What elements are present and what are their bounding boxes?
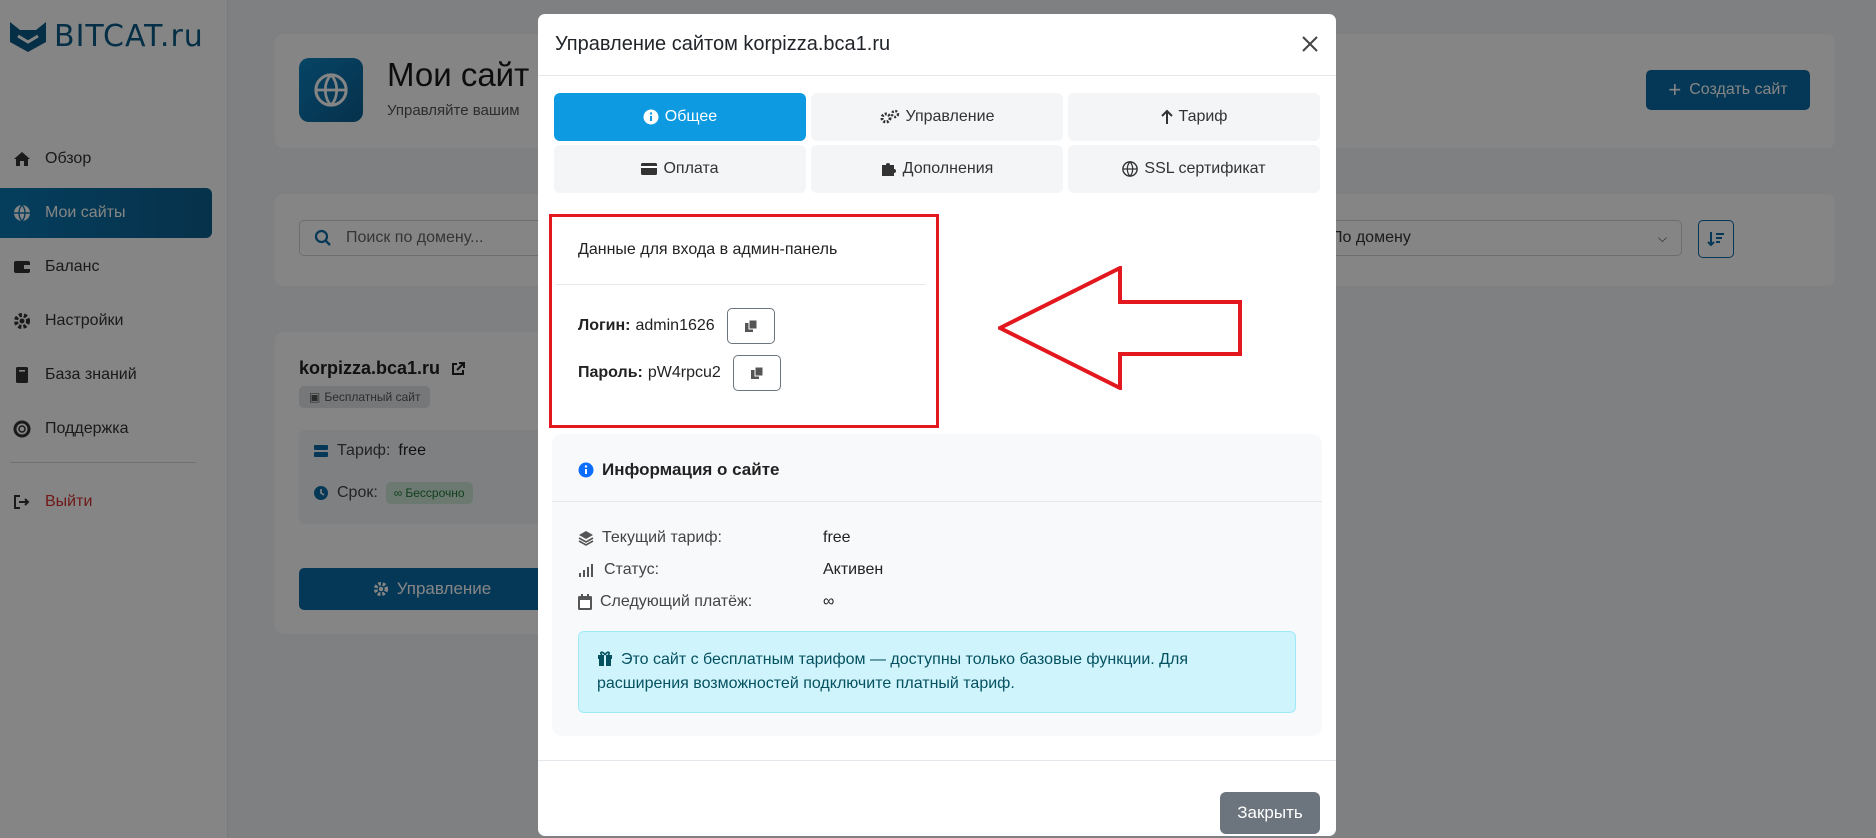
- current-tariff-label: Текущий тариф:: [602, 529, 722, 546]
- close-modal-button[interactable]: Закрыть: [1220, 792, 1320, 834]
- tab-tariff[interactable]: Тариф: [1068, 93, 1320, 141]
- tab-label: Оплата: [663, 160, 719, 177]
- gears-icon: [880, 109, 899, 124]
- tab-label: Дополнения: [902, 160, 994, 177]
- calendar-icon: [578, 594, 592, 610]
- info-circle-icon: [578, 462, 594, 478]
- tab-payment[interactable]: Оплата: [554, 145, 806, 193]
- status-key: Статус:: [578, 561, 659, 579]
- globe-icon: [1122, 161, 1139, 177]
- tab-label: Управление: [905, 108, 995, 125]
- status-value: Активен: [823, 561, 884, 578]
- free-plan-alert: Это сайт с бесплатным тарифом — доступны…: [578, 631, 1296, 713]
- modal-title: Управление сайтом korpizza.bca1.ru: [555, 33, 891, 55]
- puzzle-icon: [881, 163, 896, 176]
- close-icon[interactable]: [1298, 32, 1322, 56]
- tab-general[interactable]: Общее: [554, 93, 806, 141]
- site-info-divider: [552, 501, 1322, 502]
- signal-icon: [579, 564, 593, 577]
- site-management-modal: Управление сайтом korpizza.bca1.ru Общее…: [538, 14, 1336, 836]
- highlight-box: [549, 214, 939, 428]
- site-info-heading-text: Информация о сайте: [602, 460, 780, 479]
- credit-card-icon: [641, 163, 658, 175]
- tab-management[interactable]: Управление: [811, 93, 1063, 141]
- tab-label: Тариф: [1178, 108, 1228, 125]
- tab-ssl[interactable]: SSL сертификат: [1068, 145, 1320, 193]
- tab-label: SSL сертификат: [1144, 160, 1266, 177]
- modal-footer: [538, 760, 1336, 836]
- gift-icon: [598, 651, 612, 666]
- highlight-arrow-icon: [998, 266, 1242, 390]
- info-circle-icon: [643, 109, 659, 125]
- tab-label: Общее: [664, 108, 718, 125]
- arrow-up-icon: [1160, 109, 1173, 124]
- current-tariff-key: Текущий тариф:: [578, 529, 722, 547]
- modal-header: Управление сайтом korpizza.bca1.ru: [538, 14, 1336, 76]
- status-label: Статус:: [604, 561, 660, 578]
- free-plan-alert-text: Это сайт с бесплатным тарифом — доступны…: [597, 651, 1188, 692]
- current-tariff-value: free: [823, 529, 851, 546]
- next-payment-label: Следующий платёж:: [600, 593, 753, 610]
- layers-icon: [578, 531, 594, 546]
- next-payment-value: ∞: [823, 593, 835, 610]
- site-info-heading: Информация о сайте: [578, 460, 780, 480]
- tab-addons[interactable]: Дополнения: [811, 145, 1063, 193]
- next-payment-key: Следующий платёж:: [578, 593, 752, 611]
